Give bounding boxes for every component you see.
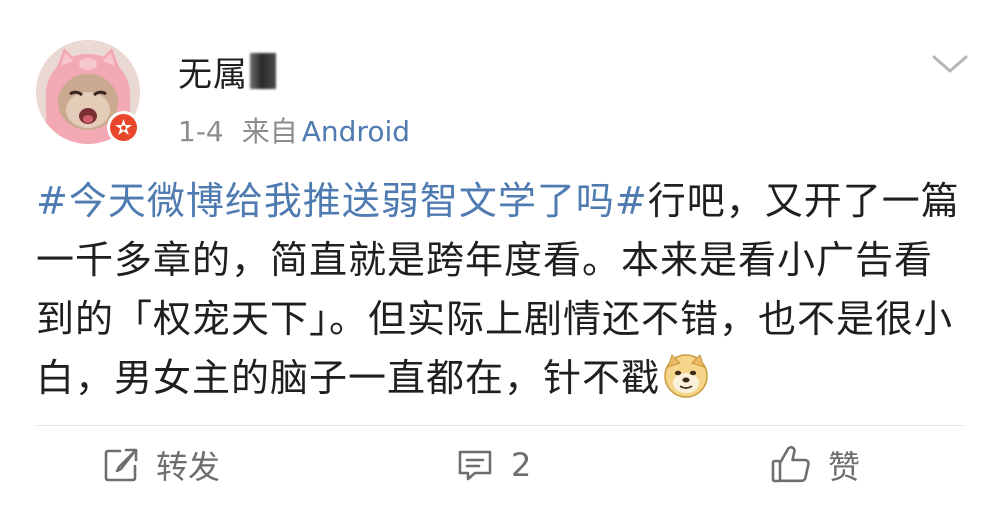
post-source-device[interactable]: Android (302, 115, 410, 148)
author-name[interactable]: 无属 (178, 47, 248, 96)
forward-label: 转发 (156, 448, 221, 486)
author-row: 无属 (178, 47, 276, 96)
post-date: 1-4 (178, 115, 224, 148)
comment-icon (458, 450, 492, 481)
share-icon (104, 448, 138, 482)
like-button[interactable]: 赞 (770, 442, 860, 488)
post-meta: 1-4 来自 Android (178, 110, 410, 150)
like-label: 赞 (828, 448, 861, 486)
post-hashtag[interactable]: #今天微博给我推送弱智文学了吗# (36, 179, 648, 223)
post-menu-button[interactable] (928, 50, 972, 78)
post-source-prefix: 来自 (241, 115, 298, 148)
chevron-down-icon (932, 55, 968, 73)
thumbs-up-icon (771, 446, 810, 483)
comment-button[interactable]: 2 (455, 442, 531, 488)
weibo-post-card: 无属 1-4 来自 Android #今天微博给我推送弱智文学了吗#行吧，又开了一篇… (0, 0, 1000, 517)
forward-button[interactable]: 转发 (102, 442, 220, 488)
verified-badge-icon (107, 111, 140, 144)
action-divider (36, 425, 964, 426)
doge-emoji-icon (662, 351, 710, 399)
redacted-name-mask (250, 53, 276, 89)
post-content: #今天微博给我推送弱智文学了吗#行吧，又开了一篇一千多章的，简直就是跨年度看。本… (36, 172, 966, 408)
comment-count: 2 (511, 446, 532, 484)
